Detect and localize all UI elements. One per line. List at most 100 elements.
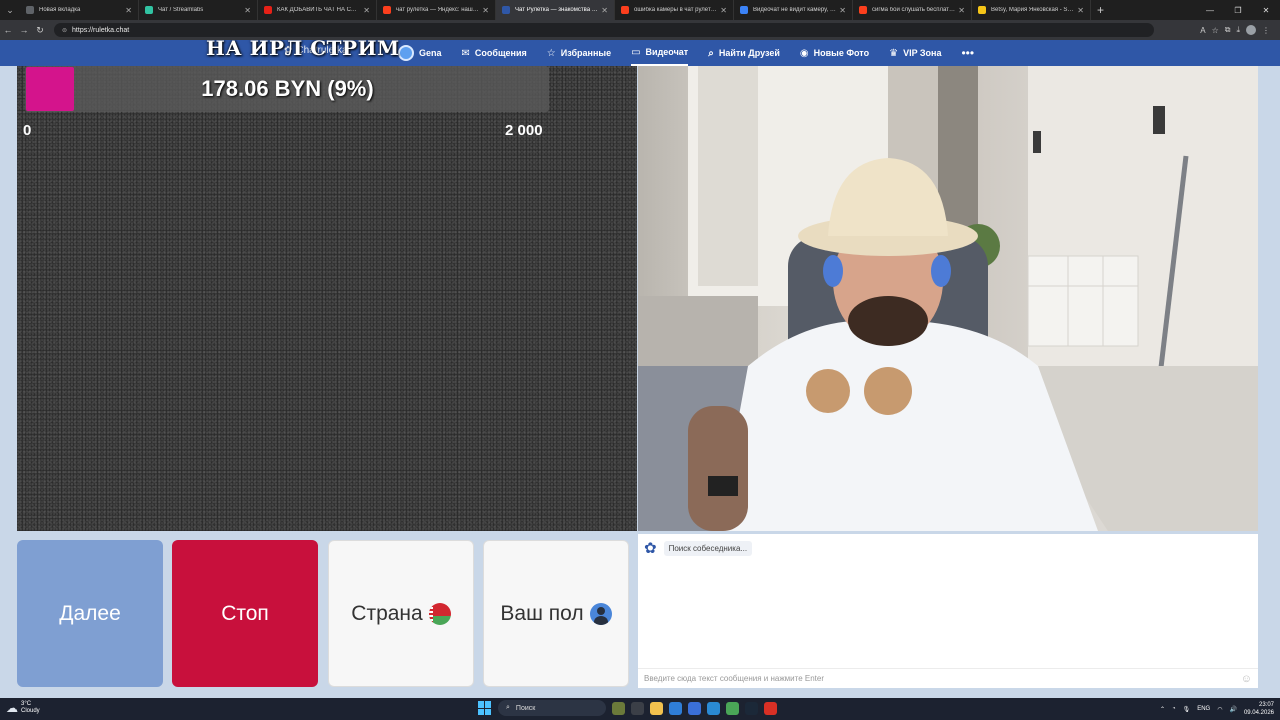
network-icon[interactable]: ◔	[1172, 706, 1176, 712]
extensions-icon[interactable]: ⧉	[1225, 25, 1231, 35]
nav-find-friends[interactable]: ⌕ Найти Друзей	[708, 40, 780, 66]
back-icon[interactable]: ←	[0, 25, 16, 35]
browser-tab[interactable]: сигма бой слушать бесплатно по ...✕	[853, 0, 972, 20]
site-info-icon[interactable]: ⊜	[62, 27, 67, 34]
tab-close-icon[interactable]: ✕	[125, 6, 132, 15]
tab-close-icon[interactable]: ✕	[363, 6, 370, 15]
browser-tab[interactable]: Чат / Streamlabs ✕	[139, 0, 258, 20]
widget-app-icon[interactable]	[612, 701, 625, 715]
browser-tab[interactable]: КАК ДОБАВИТЬ ЧАТ НА СТРИМ ...✕	[258, 0, 377, 20]
bookmark-star-icon[interactable]: ☆	[1212, 26, 1219, 35]
system-tray: ⌃ ◔ 🎙 ENG ◠ 🔊 23:07 09.04.2026	[1160, 701, 1274, 717]
nav-messages[interactable]: ✉ Сообщения	[462, 40, 527, 66]
weather-temp: 3°C	[21, 701, 32, 707]
url-text: https://ruletka.chat	[72, 26, 130, 34]
streamlabs-icon[interactable]	[726, 701, 739, 715]
chat-input-placeholder: Введите сюда текст сообщения и нажмите E…	[644, 674, 825, 683]
envelope-icon: ✉	[461, 47, 470, 59]
star-icon: ☆	[546, 47, 556, 59]
toolbar-actions: A ☆ ⧉ ⤓ ⋮	[1200, 25, 1280, 35]
mic-icon[interactable]: 🎙	[1183, 706, 1191, 713]
tab-close-icon[interactable]: ✕	[1077, 6, 1084, 15]
minimize-icon[interactable]: —	[1196, 0, 1224, 20]
tab-favicon-icon	[502, 6, 510, 14]
weather-condition: Cloudy	[21, 708, 40, 714]
more-options-icon[interactable]: •••	[961, 46, 974, 60]
tab-close-icon[interactable]: ✕	[244, 6, 251, 15]
tab-close-icon[interactable]: ✕	[958, 6, 965, 15]
taskbar-search-label: Поиск	[515, 704, 536, 712]
browser-tab[interactable]: чат рулетка — Яндекс: нашлось ...✕	[377, 0, 496, 20]
edge-icon[interactable]	[669, 701, 682, 715]
nav-vip-zone[interactable]: ♛ VIP Зона	[889, 40, 941, 66]
address-bar[interactable]: ⊜ https://ruletka.chat	[54, 23, 1154, 37]
new-tab-button[interactable]: +	[1097, 3, 1104, 17]
stop-button[interactable]: Стоп	[172, 540, 318, 687]
chatroulette-page: ✿ Chatruletka Gena ✉ Сообщения ☆ Избранн…	[0, 40, 1280, 698]
clock[interactable]: 23:07 09.04.2026	[1244, 701, 1274, 717]
browser-menu-icon[interactable]: ⋮	[1262, 26, 1270, 35]
belarus-flag-icon	[428, 602, 451, 625]
donation-goal-widget: 178.06 BYN (9%)	[25, 66, 549, 112]
nav-videochat[interactable]: ▭ Видеочат	[631, 40, 689, 66]
tab-favicon-icon	[383, 6, 391, 14]
tab-title: Чат Рулетка — знакомства и ...	[515, 7, 599, 13]
browser-tab[interactable]: Чат Рулетка — знакомства и ... ✕	[496, 0, 615, 20]
task-view-icon[interactable]	[631, 701, 644, 715]
download-icon[interactable]: ⤓	[1236, 25, 1240, 35]
store-icon[interactable]	[688, 701, 701, 715]
tab-close-icon[interactable]: ✕	[482, 6, 489, 15]
maximize-icon[interactable]: ❐	[1224, 0, 1252, 20]
nav-favorites[interactable]: ☆ Избранные	[547, 40, 611, 66]
site-logo-icon: ✿	[644, 540, 657, 557]
tab-close-icon[interactable]: ✕	[601, 6, 608, 15]
chat-message-input[interactable]: Введите сюда текст сообщения и нажмите E…	[638, 668, 1258, 688]
weather-widget[interactable]: ☁ 3°C Cloudy	[6, 701, 40, 715]
tab-favicon-icon	[621, 6, 629, 14]
tab-title: Новая вкладка	[39, 7, 81, 13]
tab-title: Видеочат не видит камеру, как ...	[753, 7, 837, 13]
site-navbar: ✿ Chatruletka Gena ✉ Сообщения ☆ Избранн…	[0, 40, 1280, 66]
nav-new-photos[interactable]: ◉ Новые Фото	[800, 40, 869, 66]
country-label: Страна	[351, 601, 423, 625]
video-icon: ▭	[631, 46, 641, 58]
next-label: Далее	[59, 601, 121, 625]
tab-title: Betsy, Мария Янковская - Sigma ...	[991, 7, 1074, 13]
browser-app-icon[interactable]	[764, 701, 777, 715]
nav-user[interactable]: Gena	[398, 40, 442, 66]
tab-close-icon[interactable]: ✕	[839, 6, 846, 15]
tab-favicon-icon	[145, 6, 153, 14]
country-select-button[interactable]: Страна	[328, 540, 474, 687]
browser-tab[interactable]: Новая вкладка ✕	[20, 0, 139, 20]
browser-tab[interactable]: Betsy, Мария Янковская - Sigma ...✕	[972, 0, 1091, 20]
lang-indicator[interactable]: ENG	[1197, 706, 1210, 712]
reload-icon[interactable]: ↻	[32, 25, 48, 36]
wifi-icon[interactable]: ◠	[1217, 706, 1222, 713]
windows-start-icon[interactable]	[478, 701, 492, 715]
tab-close-icon[interactable]: ✕	[720, 6, 727, 15]
next-button[interactable]: Далее	[17, 540, 163, 687]
volume-icon[interactable]: 🔊	[1229, 706, 1236, 713]
taskbar-search[interactable]: ⌕ Поиск	[498, 700, 606, 716]
search-icon: ⌕	[506, 704, 510, 711]
gender-select-button[interactable]: Ваш пол	[483, 540, 629, 687]
browser-tab[interactable]: ошибка камеры в чат рулетке — ...✕	[615, 0, 734, 20]
file-explorer-icon[interactable]	[650, 701, 663, 715]
steam-icon[interactable]	[745, 701, 758, 715]
tab-favicon-icon	[740, 6, 748, 14]
browser-tab-strip: ⌄ Новая вкладка ✕ Чат / Streamlabs ✕ КАК ДОБ…	[0, 0, 1280, 20]
emoji-icon[interactable]: ☺	[1241, 673, 1252, 685]
close-window-icon[interactable]: ✕	[1252, 0, 1280, 20]
clock-time: 23:07	[1258, 702, 1274, 708]
profile-avatar[interactable]	[1246, 25, 1256, 35]
forward-icon[interactable]: →	[16, 25, 32, 35]
translate-icon[interactable]: A	[1200, 26, 1205, 35]
search-icon: ⌕	[708, 47, 714, 59]
crown-icon: ♛	[889, 47, 899, 59]
tray-overflow-icon[interactable]: ⌃	[1160, 706, 1165, 713]
tab-title: ошибка камеры в чат рулетке — ...	[634, 7, 717, 13]
tab-search-icon[interactable]: ⌄	[0, 0, 20, 20]
mail-icon[interactable]	[707, 701, 720, 715]
user-gender-icon	[589, 602, 612, 625]
browser-tab[interactable]: Видеочат не видит камеру, как ... ✕	[734, 0, 853, 20]
